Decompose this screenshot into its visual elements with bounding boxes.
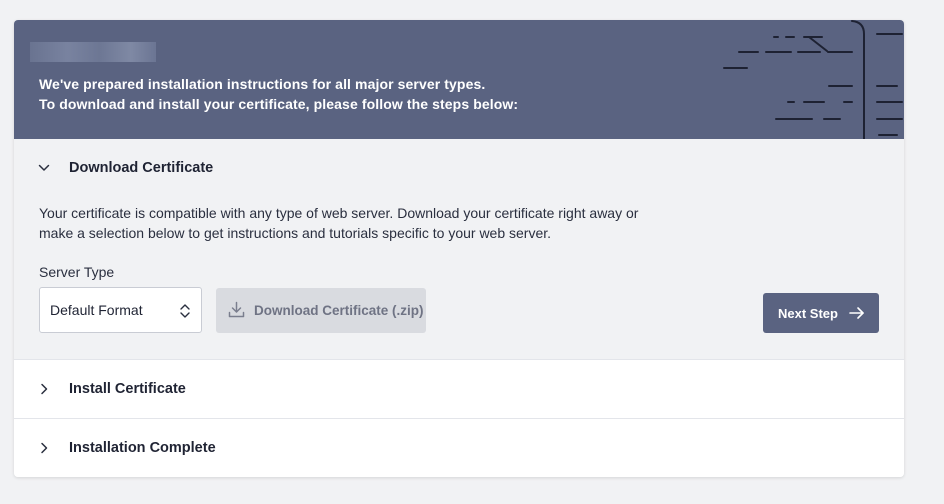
step-download-certificate: Download Certificate Your certificate is…	[14, 139, 904, 359]
certificate-install-card: We've prepared installation instructions…	[14, 20, 904, 477]
step-header-download-certificate[interactable]: Download Certificate	[14, 139, 904, 197]
download-button-label: Download Certificate (.zip)	[254, 303, 424, 318]
step-description: Your certificate is compatible with any …	[39, 205, 639, 241]
step-header-install-certificate[interactable]: Install Certificate	[14, 360, 904, 418]
chevron-right-icon	[41, 442, 48, 454]
download-icon	[228, 301, 245, 318]
blurred-domain-name	[30, 42, 156, 62]
step-title: Download Certificate	[69, 160, 214, 176]
step-header-installation-complete[interactable]: Installation Complete	[14, 419, 904, 477]
step-installation-complete: Installation Complete	[14, 419, 904, 477]
banner-decoration	[723, 20, 903, 139]
next-step-label: Next Step	[778, 305, 838, 321]
chevron-down-icon	[38, 164, 50, 171]
download-certificate-button[interactable]: Download Certificate (.zip)	[216, 288, 426, 333]
server-type-select[interactable]: Default Format	[39, 287, 202, 333]
step-title: Install Certificate	[69, 381, 186, 397]
chevron-right-icon	[41, 383, 48, 395]
instructions-banner: We've prepared installation instructions…	[14, 20, 904, 139]
next-step-button[interactable]: Next Step	[763, 293, 879, 333]
server-type-value: Default Format	[50, 302, 143, 318]
step-title: Installation Complete	[69, 440, 216, 456]
banner-text-line-1: We've prepared installation instructions…	[39, 76, 486, 92]
updown-icon	[180, 304, 190, 318]
server-type-label: Server Type	[39, 264, 115, 280]
banner-text-line-2: To download and install your certificate…	[39, 96, 519, 112]
step-install-certificate: Install Certificate	[14, 360, 904, 418]
arrow-right-icon	[849, 307, 864, 319]
